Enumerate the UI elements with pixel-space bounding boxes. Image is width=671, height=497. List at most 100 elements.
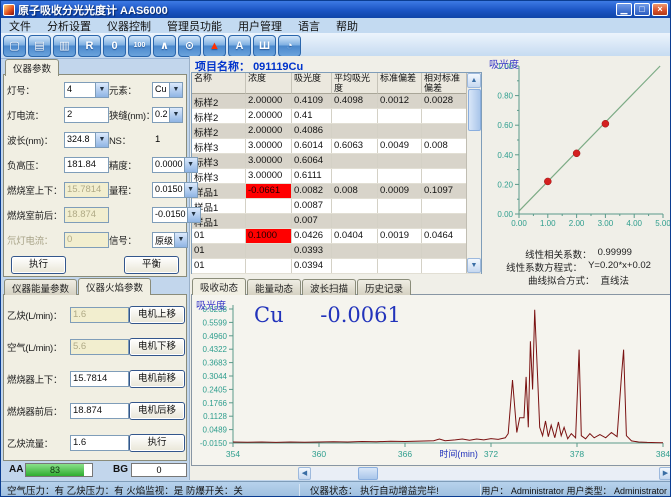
range-max-select[interactable]: 0.0150▼ (152, 182, 198, 198)
negative-hv-input[interactable]: 181.84 (64, 157, 109, 173)
svg-text:-0.0150: -0.0150 (200, 439, 228, 448)
svg-text:0.1766: 0.1766 (203, 399, 228, 408)
table-cell: 0.0028 (422, 94, 467, 108)
scroll-left-icon[interactable]: ◀ (298, 467, 311, 480)
open-file-button[interactable]: ▤ (28, 35, 51, 57)
balance-button[interactable]: 平衡 (124, 256, 179, 274)
timer-button[interactable]: ◔ (278, 35, 301, 57)
burner-vertical-input[interactable]: 15.7814 (70, 371, 129, 387)
chevron-down-icon[interactable]: ▼ (95, 133, 108, 147)
chart-horizontal-scrollbar[interactable]: ◀ ▶ (298, 467, 671, 480)
tab-energy-params[interactable]: 仪器能量参数 (4, 279, 77, 295)
range-min-select[interactable]: -0.0150▼ (152, 207, 201, 223)
table-row[interactable]: 样品10.0087 (192, 199, 481, 214)
hscrollbar-thumb[interactable] (358, 467, 378, 480)
maximize-button[interactable]: □ (634, 3, 650, 16)
motor-up-button[interactable]: 电机上移 (129, 306, 185, 324)
acetylene-input[interactable]: 1.6 (70, 307, 129, 323)
menu-item-language[interactable]: 语言 (290, 18, 328, 34)
table-row[interactable]: 010.0393 (192, 244, 481, 259)
tab-flame-params[interactable]: 仪器火焰参数 (78, 278, 151, 295)
scroll-down-icon[interactable]: ▼ (467, 258, 481, 273)
table-cell: 标样2 (192, 94, 246, 108)
menu-item-admin-functions[interactable]: 管理员功能 (159, 18, 230, 34)
motor-forward-button[interactable]: 电机前移 (129, 370, 185, 388)
table-cell: 0.0404 (332, 229, 378, 243)
status-instrument: 仪器状态： 执行自动增益完毕! (300, 483, 480, 497)
range-max-value: 0.0150 (153, 183, 184, 197)
table-row[interactable]: 标样22.000000.4086 (192, 124, 481, 139)
chevron-down-icon[interactable]: ▼ (184, 158, 197, 172)
motor-down-button[interactable]: 电机下移 (129, 338, 185, 356)
title-bar: 原子吸收分光光度计 AAS6000 ▁ □ × (1, 1, 670, 18)
d2-lamp-current-input[interactable]: 0 (64, 232, 109, 248)
menu-item-help[interactable]: 帮助 (328, 18, 366, 34)
tab-absorption-dynamic[interactable]: 吸收动态 (192, 278, 246, 295)
table-cell (422, 124, 467, 138)
save-button[interactable]: ▥ (53, 35, 76, 57)
tab-history[interactable]: 历史记录 (357, 279, 411, 295)
chamber-vertical-input[interactable]: 15.7814 (64, 182, 109, 198)
chevron-down-icon[interactable]: ▼ (187, 208, 200, 222)
table-row[interactable]: 010.10000.04260.04040.00190.0464 (192, 229, 481, 244)
lamp-button[interactable]: ⊙ (178, 35, 201, 57)
table-row[interactable]: 标样33.000000.6111 (192, 169, 481, 184)
menu-item-user-management[interactable]: 用户管理 (230, 18, 290, 34)
motor-backward-button[interactable]: 电机后移 (129, 402, 185, 420)
burner-horizontal-input[interactable]: 18.874 (70, 403, 129, 419)
tab-energy-dynamic[interactable]: 能量动态 (247, 279, 301, 295)
chevron-down-icon[interactable]: ▼ (169, 108, 182, 122)
table-row[interactable]: 样品1-0.06610.00820.0080.00090.1097 (192, 184, 481, 199)
chevron-down-icon[interactable]: ▼ (169, 83, 182, 97)
chevron-down-icon[interactable]: ▼ (184, 183, 197, 197)
chevron-down-icon[interactable]: ▼ (95, 83, 108, 97)
chamber-horizontal-input[interactable]: 18.874 (64, 207, 109, 223)
new-file-button[interactable]: ▢ (3, 35, 26, 57)
burner-horizontal-label: 燃烧器前后： (7, 404, 70, 418)
signal-select[interactable]: 原级▼ (152, 232, 188, 248)
gauge-zero-button[interactable]: 0 (103, 35, 126, 57)
table-cell (422, 244, 467, 258)
table-cell (332, 214, 378, 228)
table-row[interactable]: 样品10.007 (192, 214, 481, 229)
flame-button[interactable]: ▲ (203, 35, 226, 57)
tab-wavelength-scan[interactable]: 波长扫描 (302, 279, 356, 295)
lamp-current-input[interactable]: 2 (64, 107, 109, 123)
scroll-right-icon[interactable]: ▶ (659, 467, 671, 480)
gauge-r-button[interactable]: R (78, 35, 101, 57)
table-cell (422, 154, 467, 168)
lamp-number-select[interactable]: 4▼ (64, 82, 109, 98)
precision-select[interactable]: 0.0000▼ (152, 157, 198, 173)
range-min-value: -0.0150 (153, 208, 187, 222)
gauge-100-button[interactable]: 100 (128, 35, 151, 57)
air-input[interactable]: 5.6 (70, 339, 129, 355)
svg-text:0.4960: 0.4960 (203, 332, 228, 341)
execute-button[interactable]: 执行 (11, 256, 66, 274)
menu-bar: 文件分析设置仪器控制管理员功能用户管理语言帮助 (1, 18, 670, 33)
table-row[interactable]: 010.0394 (192, 259, 481, 274)
peak-scan-button[interactable]: ∧ (153, 35, 176, 57)
element-select[interactable]: Cu▼ (152, 82, 183, 98)
wavelength-select[interactable]: 324.8▼ (64, 132, 109, 148)
table-row[interactable]: 标样33.000000.60140.60630.00490.008 (192, 139, 481, 154)
close-button[interactable]: × (652, 3, 668, 16)
scroll-up-icon[interactable]: ▲ (467, 73, 481, 88)
menu-item-file[interactable]: 文件 (1, 18, 39, 34)
user-label: 用户： (481, 486, 508, 496)
signal-value: 原级 (153, 233, 174, 247)
chevron-down-icon[interactable]: ▼ (174, 233, 187, 247)
auto-gain-button[interactable]: A (228, 35, 251, 57)
tab-instrument-params[interactable]: 仪器参数 (5, 59, 59, 76)
table-row[interactable]: 标样22.000000.41 (192, 109, 481, 124)
menu-item-instrument-control[interactable]: 仪器控制 (99, 18, 159, 34)
slit-select[interactable]: 0.2▼ (152, 107, 183, 123)
burner-button[interactable]: Ш (253, 35, 276, 57)
table-row[interactable]: 标样22.000000.41090.40980.00120.0028 (192, 94, 481, 109)
flame-execute-button[interactable]: 执行 (129, 434, 185, 452)
menu-item-analysis-settings[interactable]: 分析设置 (39, 18, 99, 34)
minimize-button[interactable]: ▁ (616, 3, 632, 16)
table-vertical-scrollbar[interactable]: ▲ ▼ (466, 73, 481, 273)
table-row[interactable]: 标样33.000000.6064 (192, 154, 481, 169)
acetylene-flow-input[interactable]: 1.6 (70, 435, 129, 451)
scrollbar-thumb[interactable] (468, 89, 481, 131)
